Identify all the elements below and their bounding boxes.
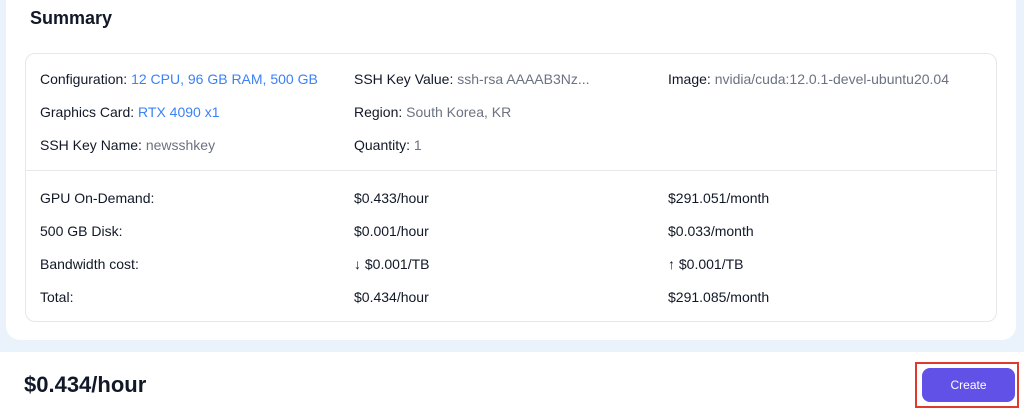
quantity-value: 1 — [413, 137, 422, 153]
ssh-key-name-label: SSH Key Name: — [40, 137, 142, 153]
summary-card: Summary Configuration: 12 CPU, 96 GB RAM… — [6, 0, 1016, 340]
cost-gpu-hourly: $0.433/hour — [354, 190, 429, 206]
graphics-card-value: RTX 4090 x1 — [138, 104, 220, 120]
image-item: Image: nvidia/cuda:12.0.1-devel-ubuntu20… — [668, 71, 949, 87]
configuration-label: Configuration: — [40, 71, 128, 87]
ssh-key-value-item: SSH Key Value: ssh-rsa AAAAB3Nz... — [354, 71, 590, 87]
cost-disk-monthly: $0.033/month — [668, 223, 754, 239]
summary-title: Summary — [30, 8, 113, 28]
ssh-key-value-label: SSH Key Value: — [354, 71, 454, 87]
summary-details-box: Configuration: 12 CPU, 96 GB RAM, 500 GB… — [25, 53, 997, 322]
cost-disk-hourly: $0.001/hour — [354, 223, 429, 239]
cost-total-hourly: $0.434/hour — [354, 289, 429, 305]
cost-total-label: Total: — [40, 289, 74, 305]
cost-bandwidth-upload: ↑ $0.001/TB — [668, 256, 744, 272]
configuration-item: Configuration: 12 CPU, 96 GB RAM, 500 GB — [40, 71, 318, 87]
cost-disk-label: 500 GB Disk: — [40, 223, 123, 239]
bottom-bar: $0.434/hour Create — [0, 352, 1024, 411]
region-item: Region: South Korea, KR — [354, 104, 511, 120]
cost-gpu-label: GPU On-Demand: — [40, 190, 155, 206]
page: Summary Configuration: 12 CPU, 96 GB RAM… — [0, 0, 1024, 411]
quantity-item: Quantity: 1 — [354, 137, 422, 153]
image-value: nvidia/cuda:12.0.1-devel-ubuntu20.04 — [714, 71, 949, 87]
ssh-key-name-value: newsshkey — [145, 137, 216, 153]
configuration-value: 12 CPU, 96 GB RAM, 500 GB — [131, 71, 318, 87]
cost-bandwidth-label: Bandwidth cost: — [40, 256, 139, 272]
cost-gpu-monthly: $291.051/month — [668, 190, 770, 206]
ssh-key-value-value: ssh-rsa AAAAB3Nz... — [457, 71, 590, 87]
cost-total-monthly: $291.085/month — [668, 289, 770, 305]
total-price: $0.434/hour — [24, 372, 147, 397]
ssh-key-name-item: SSH Key Name: newsshkey — [40, 137, 215, 153]
cost-bandwidth-download: ↓ $0.001/TB — [354, 256, 430, 272]
quantity-label: Quantity: — [354, 137, 411, 153]
region-label: Region: — [354, 104, 403, 120]
summary-divider — [26, 170, 996, 171]
image-label: Image: — [668, 71, 711, 87]
graphics-card-item: Graphics Card: RTX 4090 x1 — [40, 104, 220, 120]
region-value: South Korea, KR — [406, 104, 512, 120]
create-button[interactable]: Create — [922, 368, 1015, 402]
graphics-card-label: Graphics Card: — [40, 104, 135, 120]
